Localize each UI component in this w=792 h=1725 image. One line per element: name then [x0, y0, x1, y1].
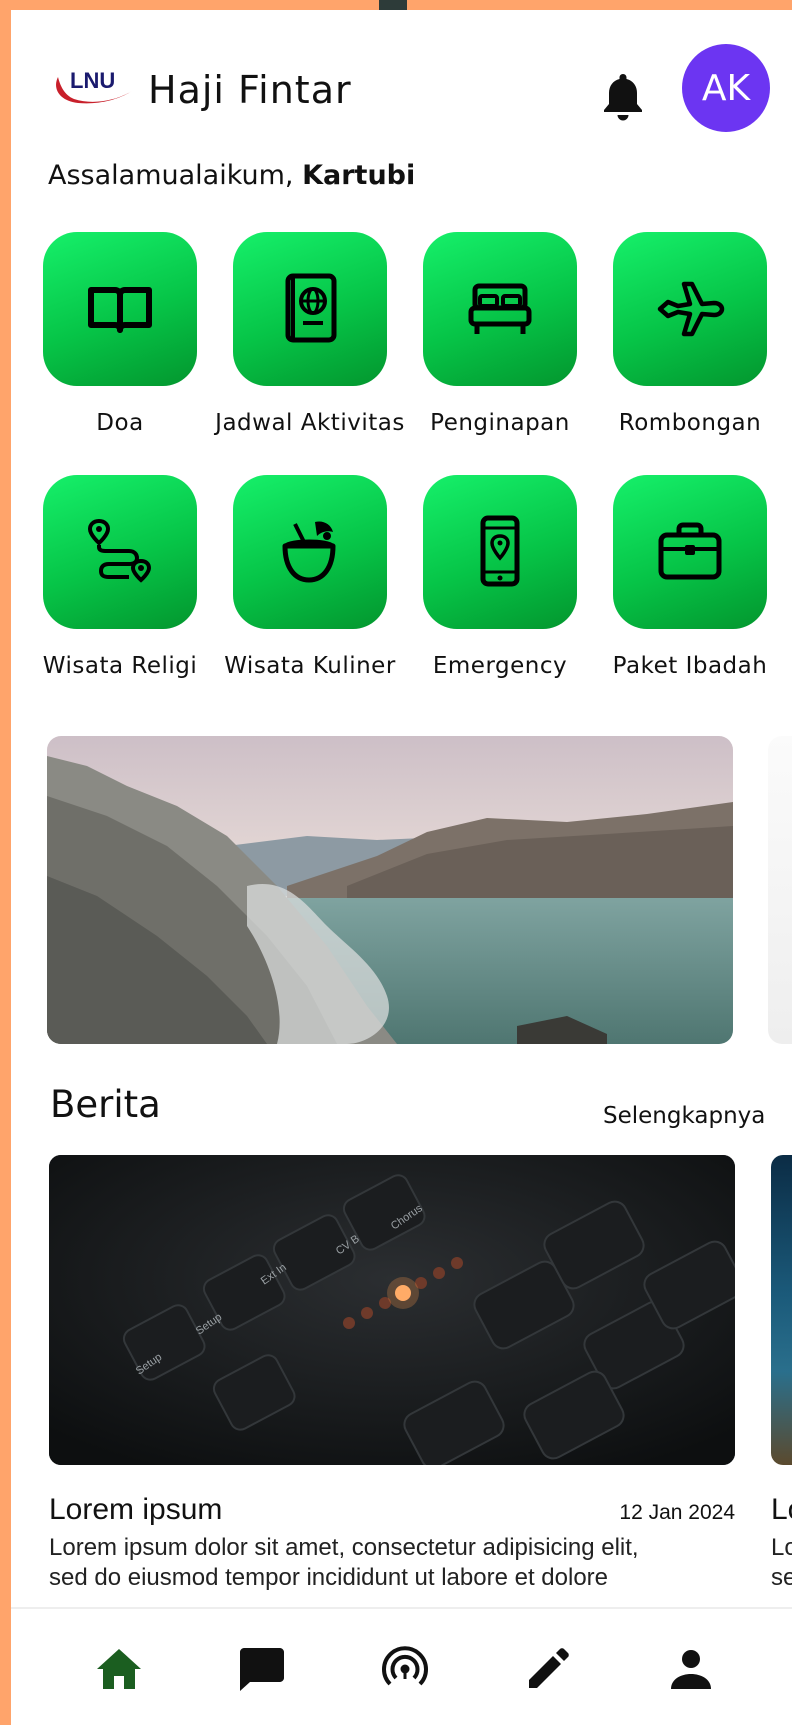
menu-tile[interactable]	[423, 475, 577, 629]
app-header: LNU Haji Fintar AK	[11, 10, 792, 160]
passport-icon	[285, 273, 337, 343]
menu-tile[interactable]	[43, 475, 197, 629]
news-description-line: se	[771, 1564, 792, 1591]
news-description: Lorem ipsum dolor sit amet, consectetur …	[49, 1533, 735, 1593]
airplane-icon	[657, 281, 725, 337]
home-icon	[97, 1649, 141, 1689]
news-title-next: Lo	[771, 1493, 792, 1526]
menu-label: Paket Ibadah	[612, 653, 768, 679]
menu-tile[interactable]	[423, 232, 577, 386]
news-description-line: Lorem ipsum dolor sit amet, consectetur …	[49, 1534, 639, 1561]
phone-location-icon	[480, 515, 520, 587]
news-thumbnail: Setup Setup Ext In CV B Chorus	[49, 1155, 735, 1465]
news-thumbnail-next	[771, 1155, 792, 1465]
menu-item-paket-ibadah[interactable]: Paket Ibadah	[577, 475, 767, 695]
user-avatar[interactable]: AK	[682, 44, 770, 132]
greeting-user-name: Kartubi	[302, 160, 416, 191]
logo-text: LNU	[70, 68, 115, 93]
menu-item-penginapan[interactable]: Penginapan	[387, 232, 577, 452]
menu-tile[interactable]	[43, 232, 197, 386]
nav-home[interactable]	[89, 1639, 149, 1699]
banner-slide[interactable]	[47, 736, 733, 1044]
menu-label: Rombongan	[618, 410, 762, 436]
menu-item-doa[interactable]: Doa	[11, 232, 197, 452]
broadcast-icon	[382, 1646, 428, 1686]
chat-icon	[240, 1648, 284, 1691]
menu-item-wisata-kuliner[interactable]: Wisata Kuliner	[197, 475, 395, 695]
news-description-line: sed do eiusmod tempor incididunt ut labo…	[49, 1564, 609, 1591]
news-description-line: Lo	[771, 1534, 792, 1561]
menu-tile[interactable]	[233, 232, 387, 386]
briefcase-icon	[658, 522, 722, 580]
news-description-next: Lo se	[771, 1533, 792, 1593]
banner-next-slide[interactable]	[768, 736, 792, 1044]
lnu-logo: LNU	[56, 68, 132, 104]
coconut-drink-icon	[282, 521, 336, 583]
nav-profile[interactable]	[661, 1639, 721, 1699]
news-title: Lorem ipsum	[49, 1493, 223, 1526]
nav-broadcast[interactable]	[375, 1639, 435, 1699]
news-date: 12 Jan 2024	[619, 1501, 735, 1524]
synthesizer-image: Setup Setup Ext In CV B Chorus	[49, 1155, 735, 1465]
menu-item-jadwal-aktivitas[interactable]: Jadwal Aktivitas	[197, 232, 404, 452]
route-icon	[87, 518, 152, 583]
notification-bell-icon[interactable]	[600, 70, 646, 122]
greeting-prefix: Assalamualaikum,	[48, 160, 303, 191]
nav-chat[interactable]	[232, 1639, 292, 1699]
news-more-link[interactable]: Selengkapnya	[603, 1103, 765, 1129]
menu-tile[interactable]	[613, 475, 767, 629]
app-screen: LNU Haji Fintar AK Assalamualaikum, Kart…	[11, 10, 792, 1725]
status-notch	[379, 0, 407, 10]
menu-tile[interactable]	[233, 475, 387, 629]
menu-item-rombongan[interactable]: Rombongan	[577, 232, 767, 452]
nav-edit[interactable]	[518, 1639, 578, 1699]
app-title: Haji Fintar	[148, 68, 352, 112]
bed-icon	[468, 283, 532, 334]
book-icon	[88, 287, 152, 333]
person-icon	[671, 1650, 711, 1689]
greeting-text: Assalamualaikum, Kartubi	[48, 160, 415, 191]
menu-item-wisata-religi[interactable]: Wisata Religi	[11, 475, 197, 695]
banner-lake-image	[47, 736, 733, 1044]
pencil-icon	[529, 1648, 569, 1688]
bottom-navigation	[11, 1607, 792, 1725]
news-section-title: Berita	[50, 1083, 161, 1126]
menu-tile[interactable]	[613, 232, 767, 386]
menu-item-emergency[interactable]: Emergency	[387, 475, 577, 695]
